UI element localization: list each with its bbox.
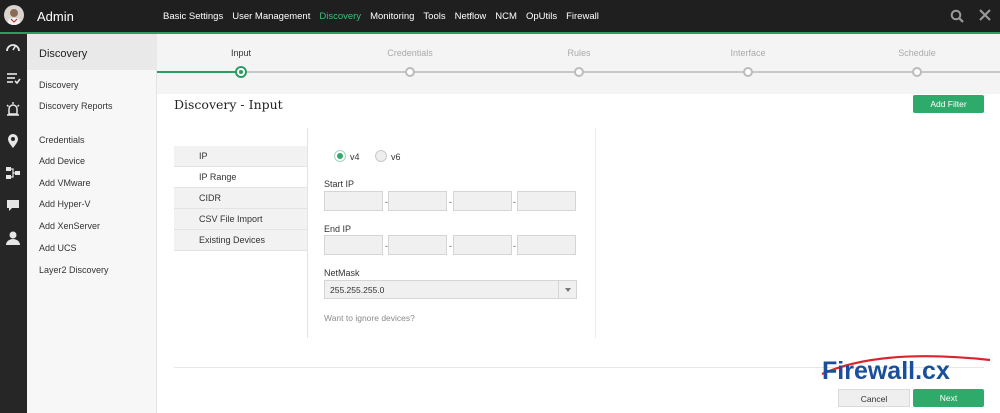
dashboard-icon[interactable] xyxy=(5,39,21,55)
tab-csv-file-import[interactable]: CSV File Import xyxy=(174,209,307,230)
firewall-cx-watermark-logo: Firewall.cx xyxy=(821,355,991,385)
wizard-dot-interface[interactable] xyxy=(743,67,753,77)
radio-v6[interactable] xyxy=(375,150,387,162)
sidebar: Discovery Discovery Discovery Reports Cr… xyxy=(27,34,157,413)
ip-separator: - xyxy=(449,241,452,251)
sidebar-item-discovery[interactable]: Discovery xyxy=(39,80,79,90)
avatar[interactable] xyxy=(4,5,24,25)
input-type-tabs: IP IP Range CIDR CSV File Import Existin… xyxy=(174,146,307,251)
chevron-down-icon[interactable] xyxy=(558,281,576,298)
chat-icon[interactable] xyxy=(5,197,21,213)
netmask-value: 255.255.255.0 xyxy=(330,285,385,295)
nav-user-management[interactable]: User Management xyxy=(232,11,310,22)
network-icon[interactable] xyxy=(5,165,21,181)
radio-v4[interactable] xyxy=(334,150,346,162)
wizard-step-rules[interactable]: Rules xyxy=(567,48,590,58)
sidebar-item-add-device[interactable]: Add Device xyxy=(39,156,85,166)
top-bar: Admin Basic Settings User Management Dis… xyxy=(0,0,1000,32)
end-ip-label: End IP xyxy=(324,224,352,234)
top-navigation: Basic Settings User Management Discovery… xyxy=(163,11,608,22)
add-filter-button[interactable]: Add Filter xyxy=(913,95,984,113)
page-title: Discovery - Input xyxy=(174,97,283,112)
cancel-button[interactable]: Cancel xyxy=(838,389,910,407)
wizard-dot-input[interactable] xyxy=(235,66,247,78)
close-icon[interactable] xyxy=(979,9,991,21)
panel-divider xyxy=(307,128,308,338)
wizard-dot-rules[interactable] xyxy=(574,67,584,77)
start-ip-octet-1[interactable] xyxy=(324,191,383,211)
watermark-text: Firewall.cx xyxy=(822,357,950,385)
wizard-step-input[interactable]: Input xyxy=(231,48,251,58)
nav-monitoring[interactable]: Monitoring xyxy=(370,11,414,22)
sidebar-item-add-vmware[interactable]: Add VMware xyxy=(39,178,91,188)
sidebar-header: Discovery xyxy=(27,34,157,70)
wizard-step-credentials[interactable]: Credentials xyxy=(387,48,433,58)
map-pin-icon[interactable] xyxy=(5,133,21,149)
inventory-icon[interactable] xyxy=(5,70,21,86)
tab-cidr[interactable]: CIDR xyxy=(174,188,307,209)
sidebar-title: Discovery xyxy=(39,48,88,60)
radio-v6-label: v6 xyxy=(391,152,401,162)
user-icon[interactable] xyxy=(5,230,21,246)
start-ip-label: Start IP xyxy=(324,179,355,189)
wizard-dot-credentials[interactable] xyxy=(405,67,415,77)
netmask-select[interactable]: 255.255.255.0 xyxy=(324,280,577,299)
ip-separator: - xyxy=(513,241,516,251)
end-ip-octet-4[interactable] xyxy=(517,235,576,255)
wizard-progress xyxy=(157,71,242,73)
nav-basic-settings[interactable]: Basic Settings xyxy=(163,11,223,22)
tab-existing-devices[interactable]: Existing Devices xyxy=(174,230,307,251)
app-title: Admin xyxy=(37,9,74,24)
radio-v4-label: v4 xyxy=(350,152,360,162)
wizard-stepper: Input Credentials Rules Interface Schedu… xyxy=(157,34,1000,94)
icon-rail xyxy=(0,34,27,413)
end-ip-octet-2[interactable] xyxy=(388,235,447,255)
wizard-dot-schedule[interactable] xyxy=(912,67,922,77)
nav-ncm[interactable]: NCM xyxy=(495,11,517,22)
sidebar-item-add-ucs[interactable]: Add UCS xyxy=(39,243,77,253)
nav-oputils[interactable]: OpUtils xyxy=(526,11,557,22)
tab-ip-range[interactable]: IP Range xyxy=(174,167,307,188)
nav-tools[interactable]: Tools xyxy=(423,11,445,22)
end-ip-octet-3[interactable] xyxy=(453,235,512,255)
nav-discovery[interactable]: Discovery xyxy=(319,11,361,22)
nav-firewall[interactable]: Firewall xyxy=(566,11,599,22)
alarm-icon[interactable] xyxy=(5,101,21,117)
sidebar-item-layer2-discovery[interactable]: Layer2 Discovery xyxy=(39,265,109,275)
ip-separator: - xyxy=(513,197,516,207)
tab-ip[interactable]: IP xyxy=(174,146,307,167)
search-icon[interactable] xyxy=(950,9,964,23)
netmask-label: NetMask xyxy=(324,268,360,278)
sidebar-item-credentials[interactable]: Credentials xyxy=(39,135,85,145)
nav-netflow[interactable]: Netflow xyxy=(455,11,487,22)
start-ip-octet-3[interactable] xyxy=(453,191,512,211)
sidebar-item-add-xenserver[interactable]: Add XenServer xyxy=(39,221,100,231)
end-ip-octet-1[interactable] xyxy=(324,235,383,255)
next-button[interactable]: Next xyxy=(913,389,984,407)
ip-separator: - xyxy=(449,197,452,207)
start-ip-octet-4[interactable] xyxy=(517,191,576,211)
ignore-devices-link[interactable]: Want to ignore devices? xyxy=(324,313,415,323)
panel-divider-right xyxy=(595,128,596,338)
sidebar-item-add-hyper-v[interactable]: Add Hyper-V xyxy=(39,199,91,209)
sidebar-item-discovery-reports[interactable]: Discovery Reports xyxy=(39,101,113,111)
wizard-step-interface[interactable]: Interface xyxy=(730,48,765,58)
start-ip-octet-2[interactable] xyxy=(388,191,447,211)
wizard-step-schedule[interactable]: Schedule xyxy=(898,48,936,58)
